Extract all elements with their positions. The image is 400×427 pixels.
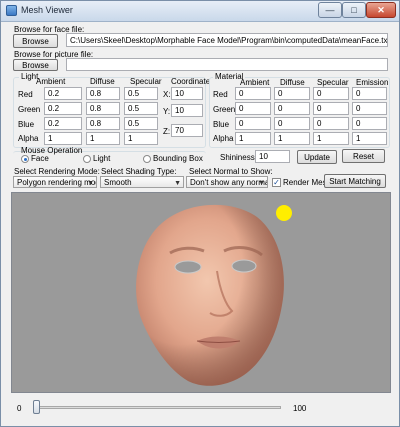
chevron-down-icon: ▼ bbox=[174, 180, 181, 187]
browse-face-button[interactable]: Browse bbox=[13, 34, 58, 48]
left-eye-hole bbox=[174, 260, 202, 274]
mesh-viewer-window: Mesh Viewer — □ ✕ Browse for face file: … bbox=[0, 0, 400, 427]
normal-show-label: Select Normal to Show: bbox=[189, 167, 273, 176]
picture-file-path-input[interactable] bbox=[66, 58, 388, 71]
chevron-down-icon: ▼ bbox=[258, 180, 265, 187]
light-ambient-green-input[interactable]: 0.2 bbox=[44, 102, 82, 115]
material-ambient-alpha-input[interactable]: 1 bbox=[235, 132, 271, 145]
rendering-mode-value: Polygon rendering mode bbox=[17, 177, 97, 187]
minimize-button[interactable]: — bbox=[318, 2, 342, 18]
shading-type-label: Select Shading Type: bbox=[101, 167, 177, 176]
material-diffuse-green-input[interactable]: 0 bbox=[274, 102, 310, 115]
render-viewport[interactable] bbox=[11, 192, 391, 393]
shininess-label: Shininess: bbox=[220, 153, 257, 162]
light-row-label: Blue bbox=[18, 120, 35, 129]
light-diffuse-blue-input[interactable]: 0.8 bbox=[86, 117, 120, 130]
light-row-label: Red bbox=[18, 90, 33, 99]
coord-z-label: Z: bbox=[163, 127, 171, 136]
light-row-label: Green bbox=[18, 105, 41, 114]
light-col-coordinate: Coordinate bbox=[171, 77, 211, 86]
window-title: Mesh Viewer bbox=[21, 5, 73, 15]
light-ambient-red-input[interactable]: 0.2 bbox=[44, 87, 82, 100]
material-row-label: Green bbox=[213, 105, 236, 114]
bounding-box-radio[interactable] bbox=[143, 155, 151, 163]
material-emission-red-input[interactable]: 0 bbox=[352, 87, 387, 100]
material-ambient-blue-input[interactable]: 0 bbox=[235, 117, 271, 130]
material-emission-green-input[interactable]: 0 bbox=[352, 102, 387, 115]
reset-button[interactable]: Reset bbox=[342, 149, 385, 163]
coord-x-label: X: bbox=[163, 90, 171, 99]
app-icon bbox=[6, 5, 17, 16]
shading-type-select[interactable]: Smooth ▼ bbox=[100, 176, 184, 188]
material-diffuse-alpha-input[interactable]: 1 bbox=[274, 132, 310, 145]
normal-show-value: Don't show any normals bbox=[190, 177, 268, 187]
update-button[interactable]: Update bbox=[297, 150, 337, 164]
material-specular-blue-input[interactable]: 0 bbox=[313, 117, 349, 130]
slider-thumb[interactable] bbox=[33, 400, 40, 414]
material-ambient-red-input[interactable]: 0 bbox=[235, 87, 271, 100]
slider-max-label: 100 bbox=[293, 404, 307, 413]
material-emission-alpha-input[interactable]: 1 bbox=[352, 132, 387, 145]
light-source-indicator bbox=[276, 205, 292, 221]
browse-picture-button[interactable]: Browse bbox=[13, 59, 58, 71]
light-specular-blue-input[interactable]: 0.5 bbox=[124, 117, 158, 130]
coord-y-label: Y: bbox=[163, 107, 171, 116]
face-radio-label[interactable]: Face bbox=[31, 154, 49, 163]
light-specular-green-input[interactable]: 0.5 bbox=[124, 102, 158, 115]
light-specular-alpha-input[interactable]: 1 bbox=[124, 132, 158, 145]
light-radio-label[interactable]: Light bbox=[93, 154, 110, 163]
material-ambient-green-input[interactable]: 0 bbox=[235, 102, 271, 115]
slider-min-label: 0 bbox=[17, 404, 22, 413]
material-row-label: Alpha bbox=[213, 134, 234, 143]
material-row-label: Blue bbox=[213, 120, 230, 129]
light-col-specular: Specular bbox=[130, 77, 162, 86]
shininess-input[interactable]: 10 bbox=[255, 150, 290, 163]
start-matching-button[interactable]: Start Matching bbox=[324, 174, 386, 188]
shading-type-value: Smooth bbox=[104, 177, 132, 187]
material-col-emission: Emission bbox=[356, 78, 389, 87]
material-diffuse-red-input[interactable]: 0 bbox=[274, 87, 310, 100]
right-eye-hole bbox=[231, 259, 257, 273]
material-emission-blue-input[interactable]: 0 bbox=[352, 117, 387, 130]
material-specular-red-input[interactable]: 0 bbox=[313, 87, 349, 100]
light-diffuse-alpha-input[interactable]: 1 bbox=[86, 132, 120, 145]
light-ambient-blue-input[interactable]: 0.2 bbox=[44, 117, 82, 130]
material-col-specular: Specular bbox=[317, 78, 349, 87]
maximize-button[interactable]: □ bbox=[342, 2, 366, 18]
light-row-label: Alpha bbox=[18, 134, 39, 143]
material-specular-green-input[interactable]: 0 bbox=[313, 102, 349, 115]
light-ambient-alpha-input[interactable]: 1 bbox=[44, 132, 82, 145]
close-button[interactable]: ✕ bbox=[366, 2, 396, 18]
face-render bbox=[136, 204, 292, 386]
light-col-ambient: Ambient bbox=[36, 77, 66, 86]
coord-z-input[interactable]: 70 bbox=[171, 124, 203, 137]
coord-y-input[interactable]: 10 bbox=[171, 104, 203, 117]
face-radio[interactable] bbox=[21, 155, 29, 163]
material-col-diffuse: Diffuse bbox=[280, 78, 305, 87]
face-file-path-input[interactable]: C:\Users\Skeel\Desktop\Morphable Face Mo… bbox=[66, 33, 388, 47]
coord-x-input[interactable]: 10 bbox=[171, 87, 203, 100]
material-row-label: Red bbox=[213, 90, 228, 99]
material-specular-alpha-input[interactable]: 1 bbox=[313, 132, 349, 145]
chevron-down-icon: ▼ bbox=[87, 180, 94, 187]
title-bar[interactable]: Mesh Viewer — □ ✕ bbox=[1, 1, 399, 22]
normal-show-select[interactable]: Don't show any normals ▼ bbox=[186, 176, 268, 188]
rendering-mode-label: Select Rendering Mode: bbox=[14, 167, 100, 176]
light-diffuse-red-input[interactable]: 0.8 bbox=[86, 87, 120, 100]
render-mesh-checkbox[interactable]: ✓ bbox=[272, 178, 281, 187]
bounding-box-radio-label[interactable]: Bounding Box bbox=[153, 154, 203, 163]
material-col-ambient: Ambient bbox=[240, 78, 270, 87]
material-diffuse-blue-input[interactable]: 0 bbox=[274, 117, 310, 130]
light-specular-red-input[interactable]: 0.5 bbox=[124, 87, 158, 100]
rendering-mode-select[interactable]: Polygon rendering mode ▼ bbox=[13, 176, 97, 188]
slider-track[interactable] bbox=[33, 406, 281, 409]
light-diffuse-green-input[interactable]: 0.8 bbox=[86, 102, 120, 115]
light-col-diffuse: Diffuse bbox=[90, 77, 115, 86]
light-radio[interactable] bbox=[83, 155, 91, 163]
